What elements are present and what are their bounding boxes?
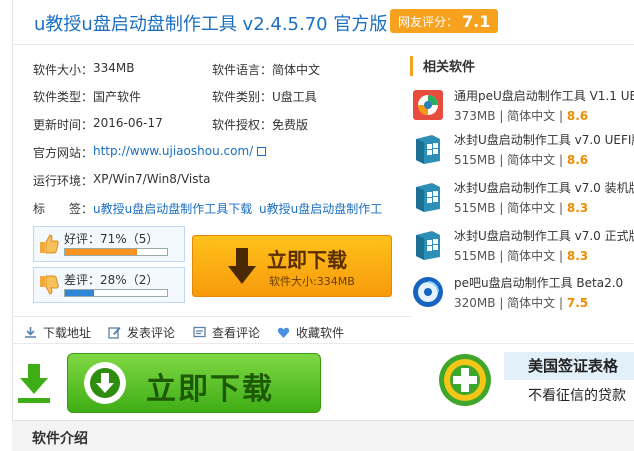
related-item[interactable]: 通用peU盘启动制作工具 V1.1 UEFI 373MB | 简体中文 | 8.… (412, 86, 634, 126)
rating-value: 7.1 (462, 11, 491, 31)
ad-line-2[interactable]: 不看征信的贷款 (504, 382, 634, 410)
env-value: XP/Win7/Win8/Vista (93, 172, 211, 186)
rating-label: 网友评分： (398, 14, 459, 29)
thumbs-up-icon (40, 234, 59, 254)
ad-banner[interactable]: 美国签证表格 不看征信的贷款 (504, 352, 634, 410)
software-intro-header: 软件介绍 (12, 420, 634, 451)
bad-vote-button[interactable]: 差评：28%（2） (33, 267, 185, 303)
download-circle-icon (84, 362, 126, 404)
related-item-score: 8.6 (566, 109, 589, 123)
size-label: 软件大小： (33, 63, 94, 77)
favorite-link[interactable]: 收藏软件 (277, 324, 344, 341)
download-size-text: 软件大小:334MB (269, 275, 355, 288)
disc-icon (413, 277, 443, 307)
download-now-button[interactable]: 立即下载 软件大小:334MB (192, 235, 392, 297)
related-item-lang: 简体中文 (507, 201, 556, 215)
download-tray-icon (18, 364, 50, 403)
related-item-score: 8.3 (566, 249, 589, 263)
related-item-size: 515MB (454, 249, 496, 263)
page-title: u教授u盘启动盘制作工具 v2.4.5.70 官方版 (34, 14, 388, 35)
green-download-button[interactable]: 立即下载 (67, 353, 321, 413)
language-value: 简体中文 (272, 63, 321, 77)
type-value: 国产软件 (93, 90, 142, 104)
related-item-score: 8.3 (566, 201, 589, 215)
action-label[interactable]: 下载地址 (43, 324, 91, 341)
good-percent: 71%（5） (100, 232, 159, 246)
good-vote-button[interactable]: 好评：71%（5） (33, 226, 185, 262)
bad-percent: 28%（2） (100, 273, 159, 287)
related-item-score: 7.5 (566, 296, 589, 310)
related-item-lang: 简体中文 (507, 153, 556, 167)
green-download-label: 立即下载 (146, 372, 274, 407)
bad-progress-fill (65, 290, 94, 296)
license-value: 免费版 (272, 118, 309, 132)
divider (12, 44, 634, 45)
windows-box-icon (416, 183, 440, 212)
action-label[interactable]: 查看评论 (212, 324, 260, 341)
related-item[interactable]: 冰封U盘启动制作工具 v7.0 UEFI版 515MB | 简体中文 | 8.6 (412, 130, 634, 170)
good-label: 好评： (64, 232, 101, 246)
rating-badge: 网友评分： 7.1 (390, 9, 499, 33)
official-site-link[interactable]: http://www.ujiaoshou.com/ (93, 144, 267, 158)
related-item-lang: 简体中文 (507, 249, 556, 263)
related-item-size: 515MB (454, 201, 496, 215)
security-360-icon[interactable] (437, 352, 493, 408)
divider (12, 343, 634, 344)
view-comments-link[interactable]: 查看评论 (193, 324, 260, 341)
related-item-size: 515MB (454, 153, 496, 167)
env-label: 运行环境： (33, 174, 94, 188)
related-item-size: 320MB (454, 296, 496, 310)
site-label: 官方网站： (33, 146, 94, 160)
tag-link[interactable]: u教授u盘启动盘制作工 (259, 200, 382, 217)
related-item-lang: 简体中文 (507, 109, 556, 123)
official-site-url[interactable]: http://www.ujiaoshou.com/ (93, 144, 253, 158)
windows-box-icon (416, 231, 440, 260)
peu-tool-icon (413, 90, 443, 120)
action-label[interactable]: 收藏软件 (296, 324, 344, 341)
type-label: 软件类型： (33, 90, 94, 104)
related-item[interactable]: 冰封U盘启动制作工具 v7.0 正式版 515MB | 简体中文 | 8.3 (412, 226, 634, 266)
ad-line-1[interactable]: 美国签证表格 (504, 352, 634, 380)
related-item-score: 8.6 (566, 153, 589, 167)
related-item-name[interactable]: pe吧u盘启动制作工具 Beta2.0 (454, 274, 623, 291)
related-item-name[interactable]: 冰封U盘启动制作工具 v7.0 正式版 (454, 227, 634, 244)
related-item-name[interactable]: 冰封U盘启动制作工具 v7.0 装机版 (454, 179, 634, 196)
related-item-lang: 简体中文 (507, 296, 556, 310)
software-intro-title: 软件介绍 (32, 431, 88, 447)
license-label: 软件授权： (212, 118, 273, 132)
bad-progress-bar (64, 289, 168, 297)
thumbs-down-icon (40, 275, 59, 295)
updated-label: 更新时间： (33, 118, 94, 132)
download-now-label: 立即下载 (267, 248, 347, 272)
external-link-icon[interactable] (257, 147, 267, 156)
view-comment-icon (193, 326, 206, 338)
related-item-name[interactable]: 通用peU盘启动制作工具 V1.1 UEFI (454, 87, 634, 104)
size-value: 334MB (93, 61, 135, 75)
related-item[interactable]: pe吧u盘启动制作工具 Beta2.0 320MB | 简体中文 | 7.5 (412, 273, 634, 313)
edit-comment-icon (108, 327, 121, 339)
tags-label: 标 签： (33, 202, 94, 216)
post-comment-link[interactable]: 发表评论 (108, 324, 175, 341)
good-progress-fill (65, 249, 138, 255)
updated-value: 2016-06-17 (93, 116, 163, 130)
language-label: 软件语言： (212, 63, 273, 77)
related-item-size: 373MB (454, 109, 496, 123)
tag-link[interactable]: u教授u盘启动盘制作工具下载 (93, 200, 252, 217)
category-label: 软件类别： (212, 90, 273, 104)
heart-icon (277, 327, 290, 338)
download-arrow-icon (228, 248, 256, 284)
category-value: U盘工具 (272, 90, 317, 104)
download-address-icon (25, 327, 36, 338)
related-item-name[interactable]: 冰封U盘启动制作工具 v7.0 UEFI版 (454, 131, 634, 148)
download-address-link[interactable]: 下载地址 (24, 324, 91, 341)
divider (12, 316, 412, 317)
related-item[interactable]: 冰封U盘启动制作工具 v7.0 装机版 515MB | 简体中文 | 8.3 (412, 178, 634, 218)
bad-label: 差评： (64, 273, 101, 287)
related-software-heading: 相关软件 (410, 56, 634, 76)
good-progress-bar (64, 248, 168, 256)
windows-box-icon (416, 135, 440, 164)
action-label[interactable]: 发表评论 (127, 324, 175, 341)
